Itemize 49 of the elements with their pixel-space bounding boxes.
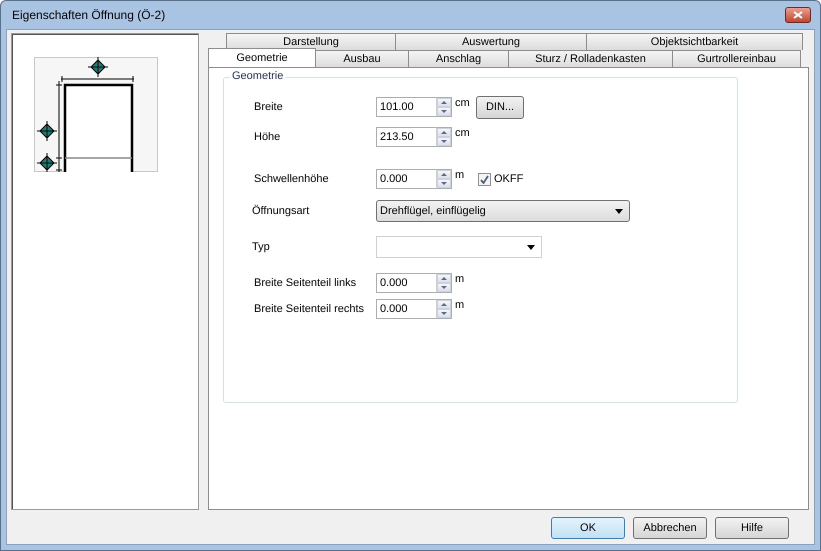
unit-label: m [455,169,466,181]
unit-label: m [455,299,466,311]
down-arrow-icon[interactable] [441,286,447,289]
tab[interactable]: Geometrie [208,48,316,67]
dropdown-arrow-icon [615,208,623,214]
tab[interactable]: Darstellung [226,33,396,50]
dialog-button[interactable]: Hilfe [715,517,789,539]
field-label: Typ [251,241,271,253]
unit-label: cm [455,127,471,139]
up-arrow-icon[interactable] [441,277,447,280]
group-title: Geometrie [230,70,286,82]
dropdown-arrow-icon [527,244,535,250]
tab[interactable]: Auswertung [395,33,587,50]
dialog-button[interactable]: Abbrechen [633,517,707,539]
tab[interactable]: Sturz / Rolladenkasten [508,50,673,67]
down-arrow-icon[interactable] [441,140,447,143]
down-arrow-icon[interactable] [441,110,447,113]
field-label: Höhe [253,131,282,143]
spin-field[interactable]: 213.50 [376,127,436,147]
tab[interactable]: Gurtrollereinbau [672,50,801,67]
din-button[interactable]: DIN... [476,96,524,118]
combo-field[interactable] [376,236,542,258]
spin-field[interactable]: 0.000 [376,273,436,293]
spin-field[interactable]: 0.000 [376,299,436,319]
up-arrow-icon[interactable] [441,303,447,306]
up-arrow-icon[interactable] [441,101,447,104]
spin-field[interactable]: 101.00 [376,97,436,117]
unit-label: cm [455,97,471,109]
window-title: Eigenschaften Öffnung (Ö-2) [12,8,166,22]
field-label: Breite Seitenteil rechts [253,303,366,315]
close-icon[interactable] [793,11,803,19]
spin-field[interactable]: 0.000 [376,169,436,189]
dropdown[interactable]: Drehflügel, einflügelig [376,200,630,222]
checkbox[interactable] [478,172,491,186]
tab[interactable]: Anschlag [408,50,509,67]
field-label: Schwellenhöhe [253,173,330,185]
checkbox-label: OKFF [494,173,524,185]
field-label: Öffnungsart [251,205,310,217]
field-label: Breite [253,101,284,113]
unit-label: m [455,273,466,285]
tab[interactable]: Objektsichtbarkeit [586,33,803,50]
field-label: Breite Seitenteil links [253,277,358,289]
dialog-button[interactable]: OK [551,517,625,539]
up-arrow-icon[interactable] [441,173,447,176]
tab[interactable]: Ausbau [315,50,409,67]
up-arrow-icon[interactable] [441,131,447,134]
close-button[interactable] [785,7,811,23]
down-arrow-icon[interactable] [441,312,447,315]
down-arrow-icon[interactable] [441,182,447,185]
